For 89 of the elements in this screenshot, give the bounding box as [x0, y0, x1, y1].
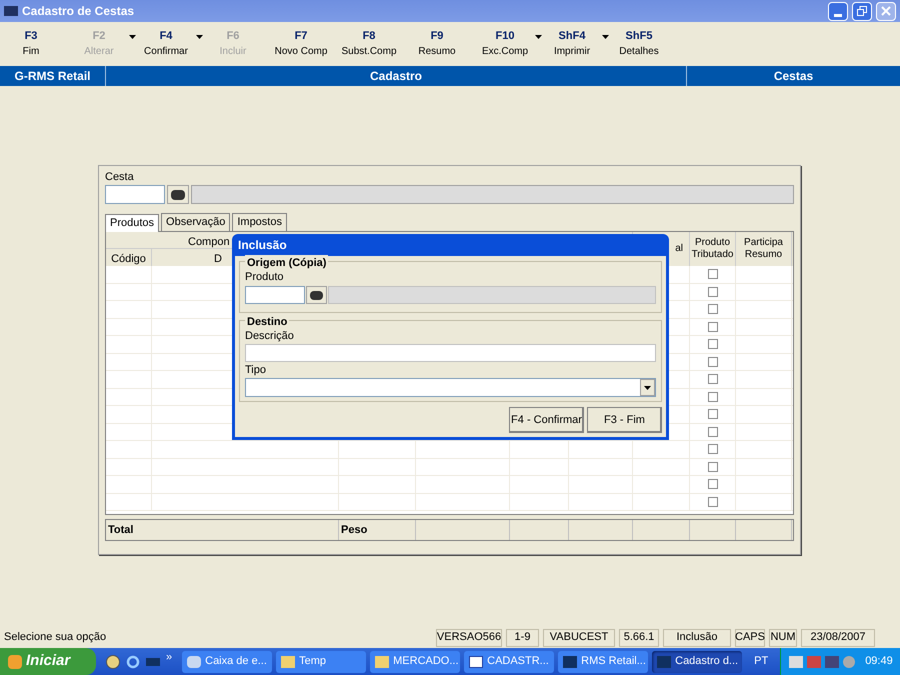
language-indicator[interactable]: PT [754, 653, 768, 670]
group-legend: Origem (Cópia) [245, 255, 328, 272]
search-button[interactable] [167, 185, 189, 204]
toolbar-button[interactable]: F4 Confirmar [137, 24, 195, 64]
close-button[interactable] [876, 2, 896, 20]
checkbox[interactable] [708, 444, 718, 454]
status-text: Selecione sua opção [3, 630, 108, 646]
caret-icon[interactable] [535, 35, 542, 39]
status-text: NUM [769, 628, 797, 646]
more-chevron[interactable]: » [166, 649, 172, 666]
header-cell: G-RMS Retail [0, 66, 106, 86]
tab[interactable]: Produtos [105, 214, 160, 232]
taskbar-button[interactable]: CADASTR... [464, 650, 554, 672]
toolbar-button[interactable]: F3 Fim [2, 24, 60, 64]
total-label: Peso [339, 520, 416, 540]
toolbar-button[interactable]: ShF5 Detalhes [610, 24, 668, 64]
taskbar-button[interactable]: Caixa de e... [182, 650, 272, 672]
taskbar-button[interactable]: Temp [276, 650, 366, 672]
minimize-button[interactable] [828, 2, 848, 20]
checkbox[interactable] [708, 426, 718, 437]
taskbar-button[interactable]: MERCADO... [370, 650, 460, 672]
status-text: 1-9 [506, 628, 539, 646]
app-icon [657, 656, 672, 668]
field-label: Produto [245, 271, 285, 284]
toolbar-button[interactable]: F8 Subst.Comp [340, 24, 398, 64]
caret-icon[interactable] [602, 35, 609, 39]
app-icon [563, 656, 578, 668]
checkbox[interactable] [708, 496, 718, 507]
restore-icon [857, 6, 867, 16]
dialog-title: Inclusão [237, 237, 288, 254]
restore-button[interactable] [852, 2, 872, 20]
field-label: Cesta [105, 171, 135, 184]
status-text: VABUCEST [543, 628, 615, 646]
checkbox[interactable] [708, 339, 718, 350]
header-cell: Cadastro [106, 66, 687, 86]
column-header: D [214, 253, 222, 265]
checkbox[interactable] [708, 322, 718, 332]
total-label: Total [106, 520, 339, 540]
column-header: Código [111, 253, 146, 265]
field-label: Tipo [245, 364, 267, 377]
status-text: 23/08/2007 [801, 628, 875, 646]
confirm-button[interactable]: F4 - Confirmar [509, 407, 584, 433]
toolbar-button[interactable]: F10 Exc.Comp [476, 24, 534, 64]
checkbox[interactable] [708, 409, 718, 420]
checkbox[interactable] [708, 269, 718, 280]
checkbox[interactable] [708, 374, 718, 384]
minimize-icon [834, 14, 842, 16]
cesta-input[interactable] [105, 185, 165, 204]
product-input[interactable] [245, 286, 305, 304]
toolbar-button[interactable]: F7 Novo Comp [272, 24, 330, 64]
folder-icon [375, 656, 390, 668]
field-label: Descrição [245, 330, 295, 343]
toolbar-button[interactable]: ShF4 Imprimir [543, 24, 601, 64]
clock: 09:49 [865, 654, 893, 670]
folder-icon [281, 656, 296, 668]
start-button[interactable]: Iniciar [0, 648, 96, 675]
checkbox[interactable] [708, 479, 718, 490]
checkbox[interactable] [708, 462, 718, 472]
status-text: CAPS [735, 628, 765, 646]
status-text: 5.66.1 [619, 628, 659, 646]
close-icon [881, 6, 891, 16]
tab[interactable]: Observação [161, 213, 230, 231]
checkbox[interactable] [708, 286, 718, 297]
tray-icon[interactable] [825, 656, 840, 668]
taskbar-button[interactable]: Cadastro d... [652, 650, 742, 672]
column-header: Produto Tributado [690, 232, 736, 266]
status-text: VERSAO566 [436, 628, 502, 646]
header-cell-text: Cestas [772, 68, 814, 85]
type-dropdown[interactable] [245, 378, 656, 397]
app-icon [4, 6, 18, 16]
search-button[interactable] [306, 286, 327, 304]
taskbar-button[interactable]: RMS Retail... [558, 650, 648, 672]
windows-logo-icon [8, 654, 22, 668]
column-header: Participa Resumo [736, 232, 792, 266]
caret-icon[interactable] [196, 35, 203, 39]
checkbox[interactable] [708, 392, 718, 402]
tray-icon[interactable] [789, 656, 804, 668]
checkbox[interactable] [708, 356, 718, 367]
toolbar-button[interactable]: F9 Resumo [408, 24, 466, 64]
checkbox[interactable] [708, 304, 718, 314]
status-text: Inclusão [663, 628, 731, 646]
browser-icon[interactable] [126, 654, 140, 668]
doc-icon [469, 656, 484, 668]
close-button[interactable]: F3 - Fim [587, 407, 662, 433]
column-header: Compon [188, 236, 230, 248]
app-icon[interactable] [146, 658, 160, 666]
window-title: Cadastro de Cestas [22, 3, 136, 20]
description-input[interactable] [245, 344, 656, 362]
tab[interactable]: Impostos [232, 213, 287, 231]
